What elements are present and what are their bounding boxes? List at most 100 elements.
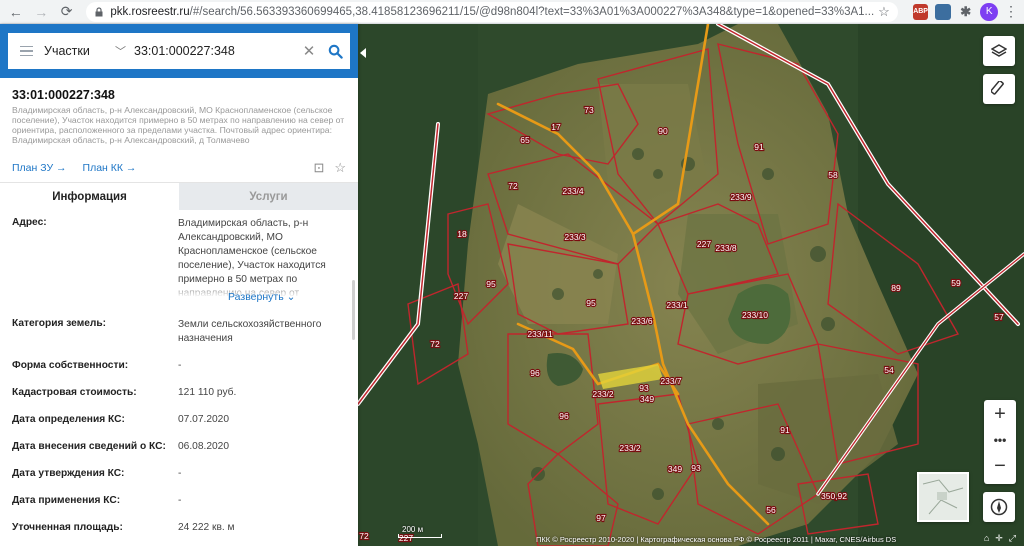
info-value: Владимирская область, р-н Александровски… — [178, 217, 338, 297]
info-value: Земли сельскохозяйственного назначения — [178, 319, 322, 344]
zoom-out-button[interactable]: − — [984, 452, 1016, 480]
crosshair-icon[interactable]: ✛ — [995, 533, 1003, 544]
parcel-label[interactable]: 93 — [690, 462, 702, 474]
zoom-to-parcel-icon[interactable]: ⊡ — [313, 160, 324, 176]
back-arrow-icon[interactable]: ← — [6, 2, 25, 22]
favorite-star-icon[interactable]: ☆ — [334, 160, 346, 176]
zoom-in-button[interactable]: + — [984, 400, 1016, 428]
more-options-icon[interactable]: ••• — [984, 428, 1016, 452]
side-panel: Участки ﹀ ✕ 33:01:000227:348 Владимирска… — [0, 24, 366, 546]
info-value: 24 222 кв. м — [178, 521, 235, 533]
parcel-label[interactable]: 56 — [765, 504, 777, 516]
minimap-toggle[interactable] — [917, 472, 969, 522]
browser-menu-icon[interactable]: ⋮ — [1004, 3, 1018, 20]
info-value: - — [178, 467, 182, 479]
parcel-label[interactable]: 58 — [827, 169, 839, 181]
parcel-label[interactable]: 59 — [950, 277, 962, 289]
parcel-label[interactable]: 90 — [657, 125, 669, 137]
parcel-label[interactable]: 233/3 — [563, 231, 587, 243]
parcel-label[interactable]: 233/9 — [729, 191, 753, 203]
parcel-label[interactable]: 96 — [558, 410, 570, 422]
parcel-label[interactable]: 350,92 — [820, 490, 848, 502]
bookmark-star-icon[interactable]: ☆ — [878, 4, 890, 20]
collapse-panel-handle[interactable] — [360, 48, 366, 58]
info-row: Дата применения КС: - — [0, 487, 358, 514]
parcel-label[interactable]: 233/7 — [659, 375, 683, 387]
info-value: 06.08.2020 — [178, 440, 229, 452]
parcel-label[interactable]: 91 — [779, 424, 791, 436]
hamburger-menu-icon[interactable] — [8, 33, 44, 69]
scale-label: 200 м — [402, 525, 424, 534]
parcel-label[interactable]: 72 — [358, 530, 370, 542]
home-icon[interactable]: ⌂ — [984, 533, 989, 544]
parcel-label[interactable]: 95 — [485, 278, 497, 290]
parcel-label[interactable]: 18 — [456, 228, 468, 240]
info-label: Уточненная площадь: — [12, 522, 123, 533]
measure-button[interactable] — [983, 74, 1015, 104]
reload-icon[interactable]: ⟳ — [57, 2, 76, 22]
parcel-label[interactable]: 96 — [529, 367, 541, 379]
info-label: Дата определения КС: — [12, 414, 125, 425]
extensions-puzzle-icon[interactable]: ✱ — [958, 4, 974, 20]
parcel-label[interactable]: 233/10 — [741, 309, 769, 321]
chevron-down-icon: ⌄ — [286, 291, 296, 303]
info-label: Дата внесения сведений о КС: — [12, 441, 166, 452]
parcel-label[interactable]: 72 — [507, 180, 519, 192]
compass-button[interactable] — [983, 492, 1015, 522]
search-icon — [328, 44, 343, 59]
plan-zu-link[interactable]: План ЗУ → — [12, 162, 67, 174]
adblock-extension-icon[interactable]: ABP — [912, 3, 929, 20]
parcel-label[interactable]: 233/8 — [714, 242, 738, 254]
layers-button[interactable] — [983, 36, 1015, 66]
parcel-label[interactable]: 233/2 — [618, 442, 642, 454]
parcel-label[interactable]: 89 — [890, 282, 902, 294]
parcel-label[interactable]: 91 — [753, 141, 765, 153]
parcel-label[interactable]: 233/4 — [561, 185, 585, 197]
info-scrollbar[interactable] — [352, 280, 355, 340]
parcel-label[interactable]: 72 — [429, 338, 441, 350]
parcel-label[interactable]: 349 — [639, 393, 656, 405]
parcel-label[interactable]: 349 — [667, 463, 684, 475]
parcel-label[interactable]: 17 — [550, 121, 562, 133]
info-label: Форма собственности: — [12, 360, 129, 371]
parcel-label[interactable]: 65 — [519, 134, 531, 146]
parcel-label[interactable]: 233/6 — [630, 315, 654, 327]
profile-avatar[interactable]: K — [980, 2, 998, 21]
address-bar[interactable]: pkk.rosreestr.ru/#/search/56.56339336069… — [86, 1, 898, 22]
card-tabs: Информация Услуги — [0, 182, 358, 210]
info-row: Дата внесения сведений о КС: 06.08.2020 — [0, 433, 358, 460]
tab-info[interactable]: Информация — [0, 183, 179, 210]
layers-icon — [991, 44, 1007, 57]
parcel-label[interactable]: 95 — [585, 297, 597, 309]
info-row: Кадастровая стоимость: 121 110 руб. — [0, 379, 358, 406]
info-label: Адрес: — [12, 217, 47, 228]
parcel-label[interactable]: 233/11 — [526, 328, 554, 340]
parcel-label[interactable]: 233/2 — [591, 388, 615, 400]
info-label: Дата утверждения КС: — [12, 468, 125, 479]
parcel-label[interactable]: 233/1 — [665, 299, 689, 311]
search-button[interactable] — [320, 44, 350, 59]
lock-icon — [95, 6, 103, 16]
parcel-label[interactable]: 93 — [638, 382, 650, 394]
info-section: Адрес: Владимирская область, р-н Алексан… — [0, 210, 358, 546]
fullscreen-icon[interactable]: ⤢ — [1009, 533, 1016, 544]
map-canvas[interactable]: 65177390915872 233/4233/918 233/3227 233/82… — [358, 24, 1024, 546]
clear-icon[interactable]: ✕ — [298, 42, 320, 60]
parcel-label[interactable]: 73 — [583, 104, 595, 116]
search-input[interactable] — [134, 33, 298, 69]
forward-arrow-icon[interactable]: → — [31, 2, 50, 22]
parcel-label[interactable]: 227 — [696, 238, 713, 250]
image-extension-icon[interactable] — [935, 3, 951, 20]
parcel-label[interactable]: 54 — [883, 364, 895, 376]
plan-kk-link[interactable]: План КК → — [83, 162, 137, 174]
search-type-select[interactable]: Участки ﹀ — [44, 43, 134, 59]
satellite-map[interactable]: 65 17 73 90 91 58 72 233/4 233/9 18 233/3 227 233/8 2… — [358, 24, 1024, 546]
parcel-label[interactable]: 227 — [453, 290, 470, 302]
info-label: Кадастровая стоимость: — [12, 387, 137, 398]
parcel-label[interactable]: 57 — [993, 311, 1005, 323]
map-bottom-tools: ⌂ ✛ ⤢ — [984, 533, 1016, 544]
tab-services[interactable]: Услуги — [179, 183, 358, 210]
expand-address-link[interactable]: Развернуть ⌄ — [228, 291, 295, 303]
parcel-label[interactable]: 97 — [595, 512, 607, 524]
info-label: Категория земель: — [12, 318, 107, 329]
